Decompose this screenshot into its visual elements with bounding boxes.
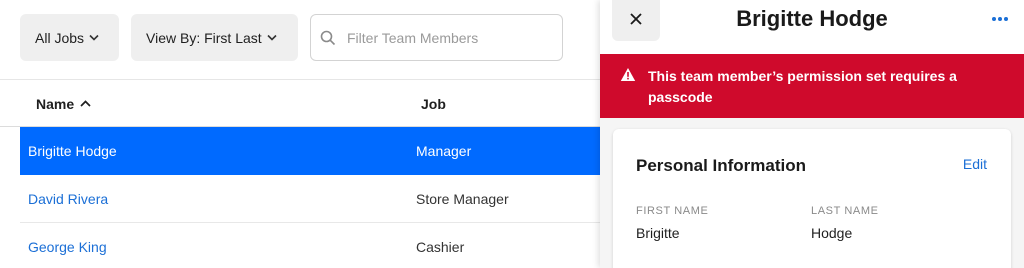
- table-row[interactable]: George King Cashier: [20, 223, 600, 268]
- edit-link[interactable]: Edit: [963, 156, 987, 172]
- jobs-filter-label: All Jobs: [35, 29, 85, 46]
- member-name[interactable]: Brigitte Hodge: [28, 127, 117, 174]
- team-members-table: Name Job Brigitte Hodge Manager David Ri…: [0, 80, 600, 255]
- table-header: Name Job: [0, 80, 600, 127]
- view-by-label: View By: First Last: [146, 29, 262, 46]
- section-title: Personal Information: [636, 156, 807, 175]
- panel-header: Brigitte Hodge: [600, 0, 1024, 54]
- first-name-value: Brigitte: [636, 225, 680, 241]
- panel-title: Brigitte Hodge: [736, 6, 888, 31]
- search-icon: [320, 30, 336, 51]
- member-job: Cashier: [416, 238, 465, 255]
- toolbar: All Jobs View By: First Last: [0, 0, 600, 80]
- more-horizontal-icon: [992, 17, 1008, 21]
- close-icon: [630, 12, 642, 30]
- table-row[interactable]: Brigitte Hodge Manager: [20, 127, 600, 175]
- member-detail-panel: Brigitte Hodge This team member’s permis…: [600, 0, 1024, 268]
- member-job: Manager: [416, 142, 472, 159]
- more-options-button[interactable]: [988, 10, 1012, 28]
- search-box: [310, 14, 563, 61]
- table-row[interactable]: David Rivera Store Manager: [20, 175, 600, 223]
- member-job: Store Manager: [416, 190, 509, 207]
- job-column-header[interactable]: Job: [421, 80, 446, 127]
- chevron-down-icon: [89, 34, 99, 41]
- name-column-label: Name: [36, 95, 75, 112]
- name-column-header[interactable]: Name: [36, 80, 91, 127]
- alert-message: This team member’s permission set requir…: [648, 68, 957, 105]
- last-name-value: Hodge: [811, 225, 853, 241]
- close-button[interactable]: [612, 0, 660, 41]
- personal-information-card: Personal Information Edit FIRST NAME Bri…: [613, 129, 1011, 268]
- first-name-label: FIRST NAME: [636, 205, 709, 217]
- jobs-filter-dropdown[interactable]: All Jobs: [20, 14, 119, 61]
- member-name[interactable]: George King: [28, 223, 107, 268]
- view-by-dropdown[interactable]: View By: First Last: [131, 14, 298, 61]
- sort-ascending-icon: [80, 100, 91, 107]
- passcode-alert-banner: This team member’s permission set requir…: [600, 54, 1024, 118]
- filter-team-members-input[interactable]: [311, 15, 562, 60]
- member-name[interactable]: David Rivera: [28, 175, 108, 222]
- job-column-label: Job: [421, 95, 446, 112]
- warning-icon: [620, 67, 636, 87]
- chevron-down-icon: [267, 34, 277, 41]
- last-name-label: LAST NAME: [811, 205, 879, 217]
